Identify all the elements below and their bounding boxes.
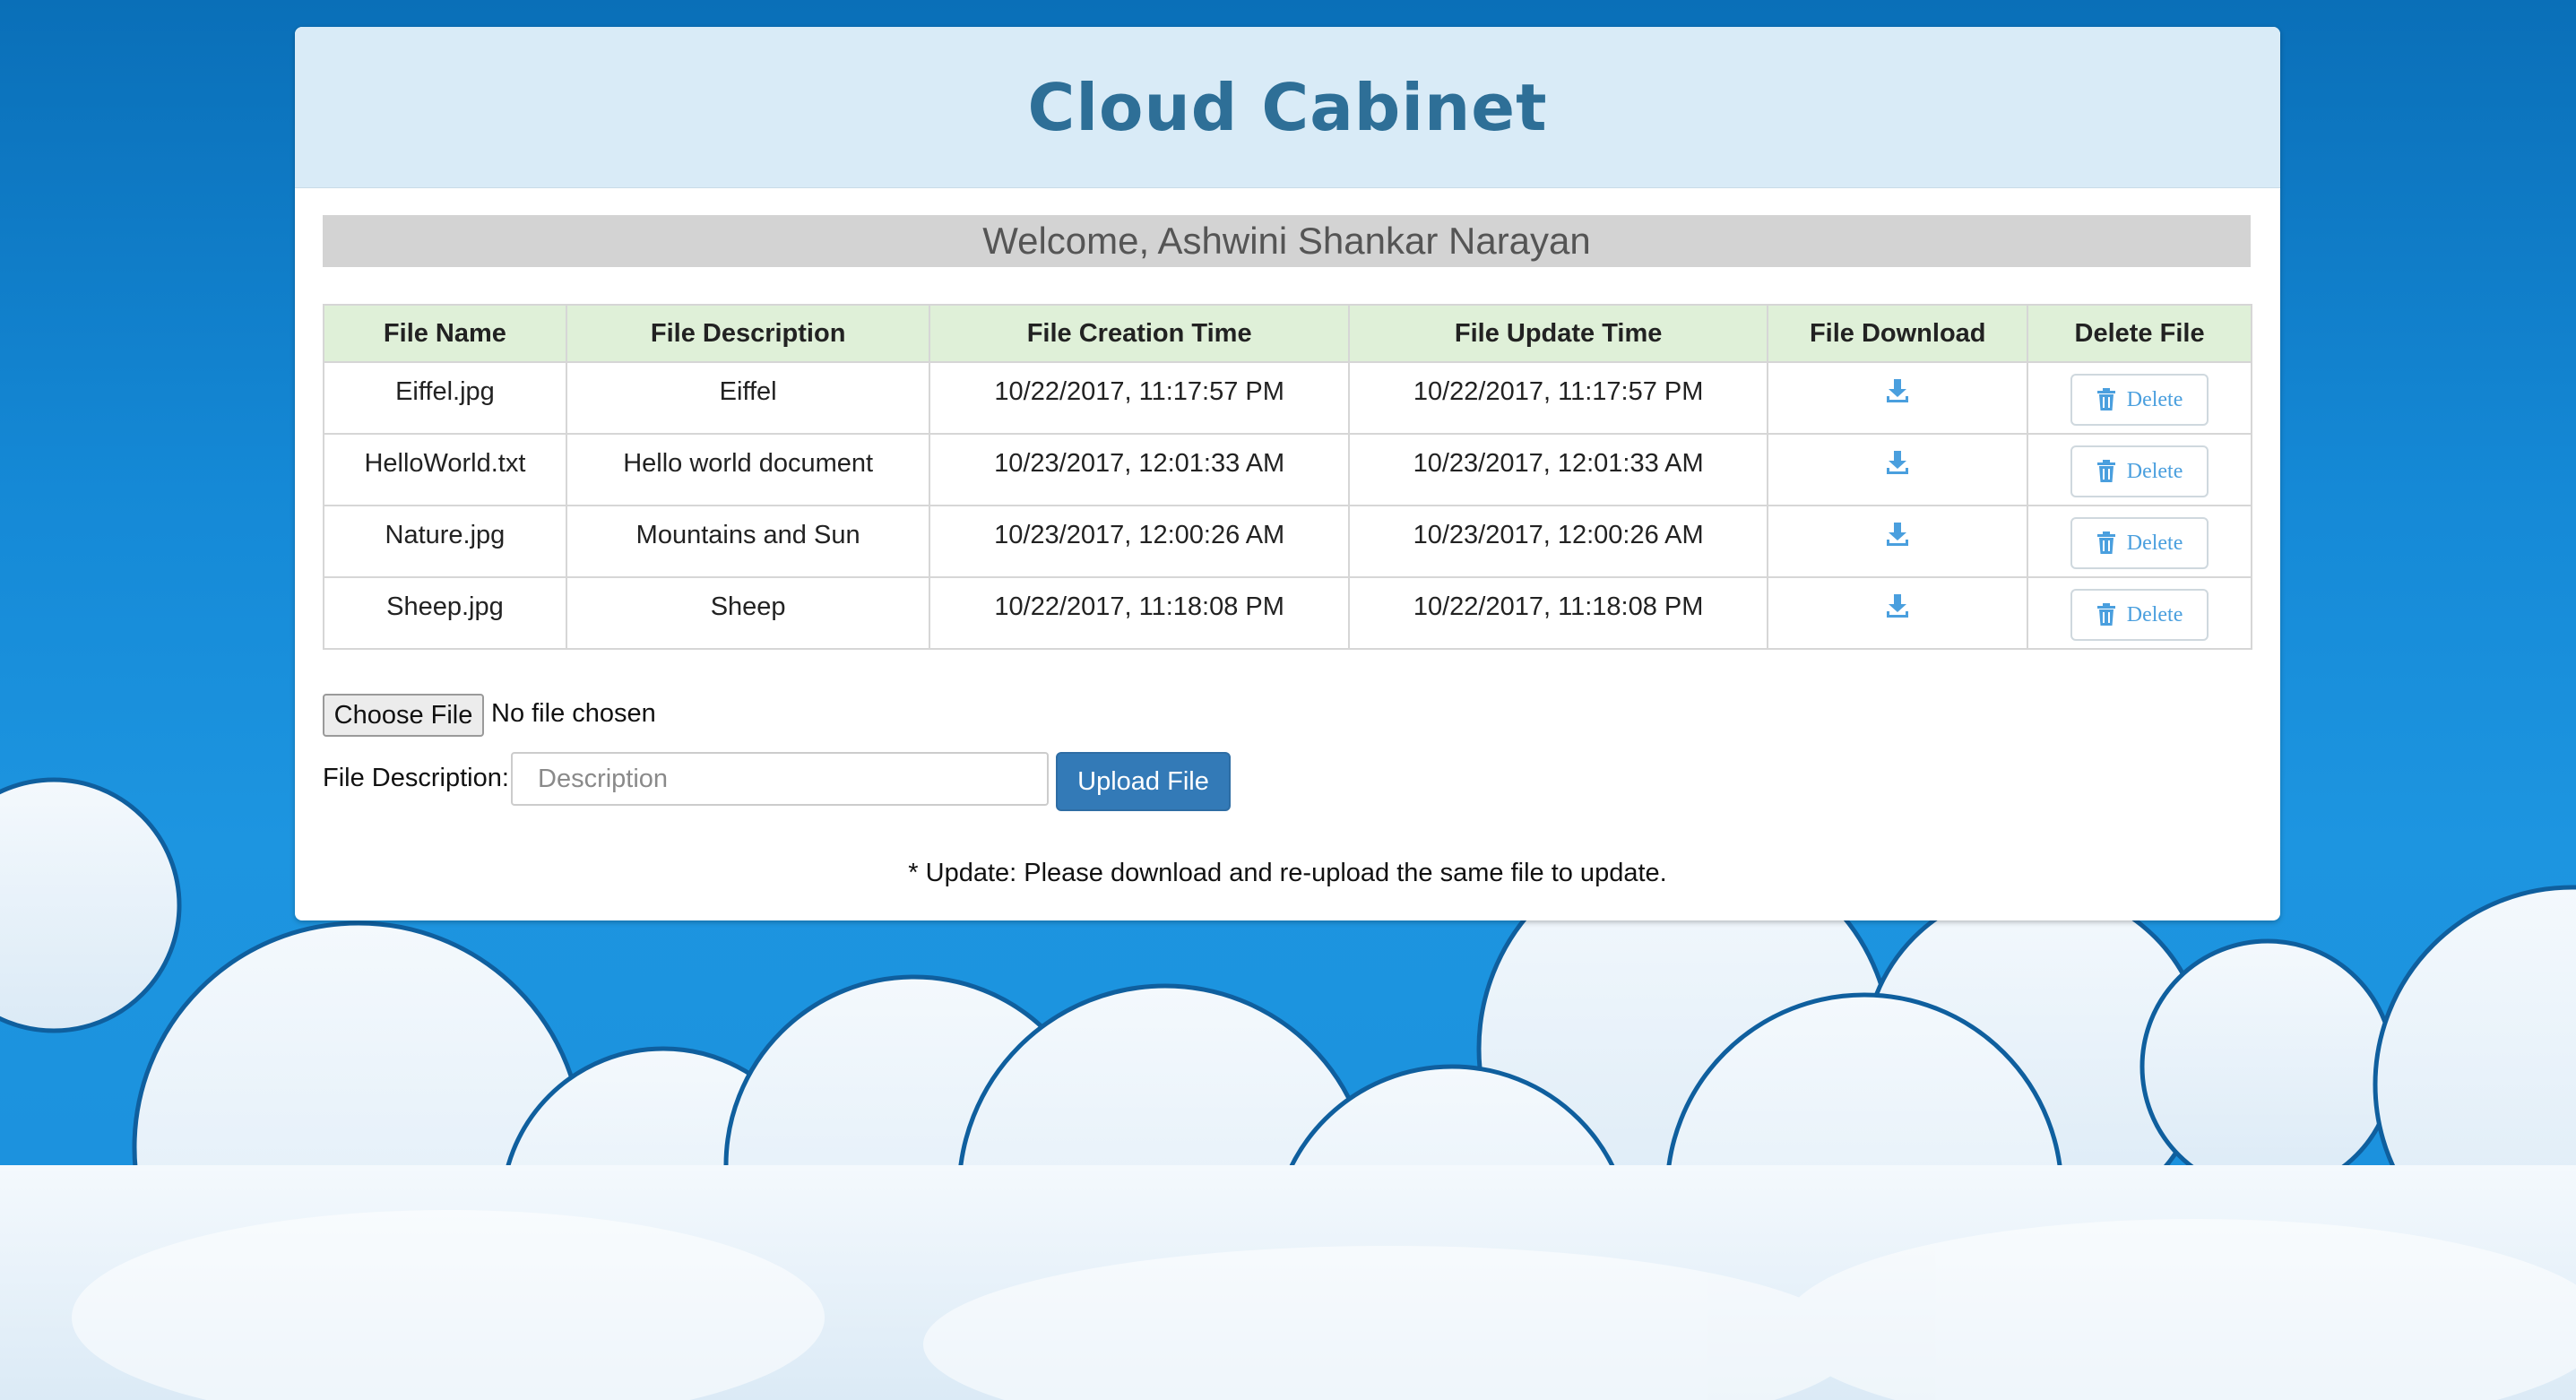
file-name-cell: Nature.jpg: [323, 505, 567, 578]
delete-cell: Delete: [2027, 433, 2252, 506]
delete-label: Delete: [2126, 387, 2183, 411]
file-creation-time-cell: 10/22/2017, 11:18:08 PM: [929, 576, 1350, 650]
file-description-cell: Mountains and Sun: [565, 505, 931, 578]
delete-cell: Delete: [2027, 505, 2252, 578]
file-name-cell: HelloWorld.txt: [323, 433, 567, 506]
upload-file-button[interactable]: Upload File: [1056, 752, 1231, 811]
delete-button[interactable]: Delete: [2070, 589, 2209, 641]
trash-icon: [2096, 388, 2115, 410]
file-update-time-cell: 10/22/2017, 11:17:57 PM: [1347, 361, 1769, 435]
column-header-creation-time: File Creation Time: [929, 304, 1350, 363]
column-header-update-time: File Update Time: [1347, 304, 1769, 363]
download-icon[interactable]: [1886, 521, 1909, 548]
column-header-download: File Download: [1767, 304, 2029, 363]
file-download-cell: [1767, 433, 2029, 506]
file-update-time-cell: 10/22/2017, 11:18:08 PM: [1347, 576, 1769, 650]
download-icon[interactable]: [1886, 377, 1909, 404]
no-file-chosen-text: No file chosen: [491, 699, 656, 728]
column-header-file-name: File Name: [323, 304, 567, 363]
delete-button[interactable]: Delete: [2070, 374, 2209, 426]
column-header-file-description: File Description: [565, 304, 931, 363]
table-row: HelloWorld.txt Hello world document 10/2…: [323, 433, 2252, 506]
file-description-cell: Sheep: [565, 576, 931, 650]
delete-label: Delete: [2126, 459, 2183, 483]
file-name-cell: Eiffel.jpg: [323, 361, 567, 435]
welcome-banner: Welcome, Ashwini Shankar Narayan: [323, 215, 2251, 267]
download-icon[interactable]: [1886, 449, 1909, 476]
table-row: Eiffel.jpg Eiffel 10/22/2017, 11:17:57 P…: [323, 361, 2252, 435]
main-panel: Cloud Cabinet Welcome, Ashwini Shankar N…: [295, 27, 2280, 920]
file-download-cell: [1767, 576, 2029, 650]
file-creation-time-cell: 10/23/2017, 12:00:26 AM: [929, 505, 1350, 578]
delete-cell: Delete: [2027, 361, 2252, 435]
table-row: Sheep.jpg Sheep 10/22/2017, 11:18:08 PM …: [323, 576, 2252, 650]
table-header-row: File Name File Description File Creation…: [323, 304, 2252, 363]
app-title: Cloud Cabinet: [1027, 69, 1548, 145]
delete-button[interactable]: Delete: [2070, 445, 2209, 497]
file-description-label: File Description:: [323, 764, 509, 792]
column-header-delete: Delete File: [2027, 304, 2252, 363]
file-creation-time-cell: 10/22/2017, 11:17:57 PM: [929, 361, 1350, 435]
file-description-input[interactable]: [511, 752, 1049, 806]
choose-file-button[interactable]: Choose File: [323, 694, 484, 737]
file-name-cell: Sheep.jpg: [323, 576, 567, 650]
file-download-cell: [1767, 505, 2029, 578]
delete-label: Delete: [2126, 602, 2183, 627]
delete-cell: Delete: [2027, 576, 2252, 650]
file-update-time-cell: 10/23/2017, 12:00:26 AM: [1347, 505, 1769, 578]
files-table: File Name File Description File Creation…: [323, 304, 2252, 650]
trash-icon: [2096, 460, 2115, 482]
file-description-cell: Eiffel: [565, 361, 931, 435]
panel-header: Cloud Cabinet: [295, 27, 2280, 188]
download-icon[interactable]: [1886, 592, 1909, 619]
update-note: * Update: Please download and re-upload …: [908, 859, 1667, 887]
file-creation-time-cell: 10/23/2017, 12:01:33 AM: [929, 433, 1350, 506]
delete-button[interactable]: Delete: [2070, 517, 2209, 569]
table-row: Nature.jpg Mountains and Sun 10/23/2017,…: [323, 505, 2252, 578]
trash-icon: [2096, 603, 2115, 626]
file-update-time-cell: 10/23/2017, 12:01:33 AM: [1347, 433, 1769, 506]
file-description-cell: Hello world document: [565, 433, 931, 506]
file-download-cell: [1767, 361, 2029, 435]
trash-icon: [2096, 531, 2115, 554]
delete-label: Delete: [2126, 531, 2183, 555]
